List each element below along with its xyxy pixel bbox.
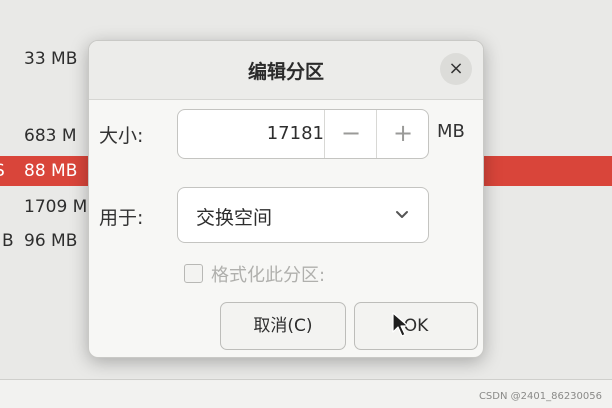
minus-icon: − <box>340 119 362 147</box>
ok-button[interactable]: OK <box>354 302 478 350</box>
size-unit: MB <box>437 121 465 142</box>
size-input[interactable]: 17181 <box>178 123 324 144</box>
partition-size: 1709 M <box>24 197 88 217</box>
partition-size: 683 M <box>24 126 77 146</box>
close-button[interactable]: × <box>440 53 472 85</box>
increment-button[interactable]: + <box>376 110 429 158</box>
partition-size: 88 MB <box>24 161 78 181</box>
partition-prefix: B <box>2 231 14 251</box>
chevron-down-icon <box>396 211 408 218</box>
watermark: CSDN @2401_86230056 <box>478 391 602 402</box>
filesystem-dropdown[interactable]: 交换空间 <box>177 187 429 243</box>
decrement-button[interactable]: − <box>324 110 377 158</box>
close-icon: × <box>448 58 464 79</box>
use-label: 用于: <box>99 207 144 229</box>
format-checkbox-label: 格式化此分区: <box>211 265 326 286</box>
partition-size: 96 MB <box>24 231 78 251</box>
plus-icon: + <box>392 119 414 147</box>
partition-prefix: S <box>0 156 5 186</box>
cancel-button[interactable]: 取消(C) <box>220 302 346 350</box>
format-checkbox[interactable] <box>184 264 203 283</box>
size-spinbutton[interactable]: 17181 − + <box>177 109 429 159</box>
mouse-pointer-icon <box>392 312 409 337</box>
dialog-title: 编辑分区 <box>247 61 324 83</box>
dialog-titlebar: 编辑分区 × <box>89 41 483 100</box>
partition-size: 33 MB <box>24 49 78 69</box>
edit-partition-dialog: 编辑分区 × 大小: 17181 − + MB 用于: 交换空间 格式化此分区:… <box>88 40 484 358</box>
size-label: 大小: <box>99 125 144 147</box>
filesystem-selected: 交换空间 <box>196 207 273 229</box>
